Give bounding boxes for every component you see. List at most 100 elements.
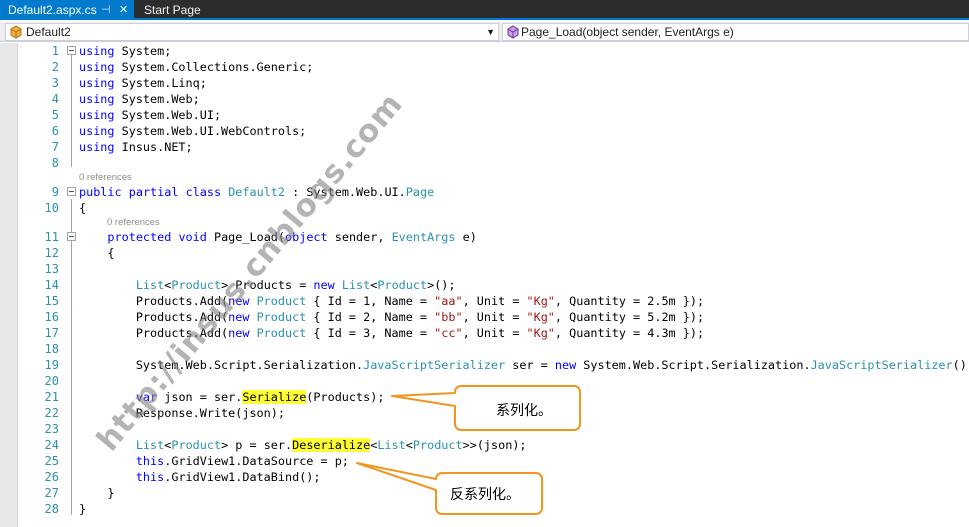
code-text: using System.Linq;	[79, 76, 207, 90]
line-number: 26	[44, 470, 59, 484]
code-line: 14 List<Product> Products = new List<Pro…	[0, 277, 969, 293]
line-number: 18	[44, 342, 59, 356]
line-number: 15	[44, 294, 59, 308]
code-line: 4 using System.Web;	[0, 91, 969, 107]
code-line: 21 var json = ser.Serialize(Products);	[0, 389, 969, 405]
collapse-icon[interactable]	[67, 232, 76, 241]
line-number: 19	[44, 358, 59, 372]
code-line: 2 using System.Collections.Generic;	[0, 59, 969, 75]
tab-label: Start Page	[144, 3, 201, 17]
line-number: 28	[44, 502, 59, 516]
code-text: using System.Collections.Generic;	[79, 60, 314, 74]
line-number: 14	[44, 278, 59, 292]
code-line: 24 List<Product> p = ser.Deserialize<Lis…	[0, 437, 969, 453]
line-number: 12	[44, 246, 59, 260]
code-text: System.Web.Script.Serialization.JavaScri…	[79, 358, 969, 372]
line-number: 6	[51, 124, 59, 138]
tab-default2-aspx-cs[interactable]: Default2.aspx.cs ⊣ ✕	[0, 0, 134, 20]
code-editor[interactable]: 1 using System; 2 using System.Collectio…	[0, 43, 969, 527]
line-number: 3	[51, 76, 59, 90]
code-line: 8	[0, 155, 969, 171]
line-number: 10	[44, 201, 59, 215]
code-line: 5 using System.Web.UI;	[0, 107, 969, 123]
code-text: using Insus.NET;	[79, 140, 193, 154]
code-line: 23	[0, 421, 969, 437]
code-text: var json = ser.Serialize(Products);	[135, 390, 385, 404]
pin-icon[interactable]: ⊣	[101, 0, 111, 20]
code-line: 19 System.Web.Script.Serialization.JavaS…	[0, 357, 969, 373]
code-line: 18	[0, 341, 969, 357]
code-text: List<Product> Products = new List<Produc…	[135, 278, 456, 292]
code-text: using System.Web;	[79, 92, 200, 106]
code-text: {	[79, 201, 87, 215]
line-number: 7	[51, 140, 59, 154]
line-number: 13	[44, 262, 59, 276]
line-number: 4	[51, 92, 59, 106]
code-lens-references[interactable]: 0 references	[107, 217, 160, 229]
line-number: 2	[51, 60, 59, 74]
code-line: 7 using Insus.NET;	[0, 139, 969, 155]
tab-label: Default2.aspx.cs	[8, 3, 97, 17]
code-text: Products.Add(new Product { Id = 2, Name …	[79, 310, 705, 324]
class-selector-dropdown[interactable]: Default2 ▼	[5, 23, 499, 41]
line-number: 17	[44, 326, 59, 340]
line-number: 22	[44, 406, 59, 420]
member-selector-dropdown[interactable]: Page_Load(object sender, EventArgs e)	[502, 23, 969, 41]
line-number: 8	[51, 156, 59, 170]
line-number: 5	[51, 108, 59, 122]
tab-start-page[interactable]: Start Page	[136, 0, 216, 20]
line-number: 11	[44, 230, 59, 244]
code-line: 15 Products.Add(new Product { Id = 1, Na…	[0, 293, 969, 309]
code-text: using System.Web.UI;	[79, 108, 222, 122]
code-text: this.GridView1.DataBind();	[135, 470, 321, 484]
code-line: 9 public partial class Default2 : System…	[0, 184, 969, 200]
code-line: 13	[0, 261, 969, 277]
code-text: Response.Write(json);	[79, 406, 285, 420]
code-text: List<Product> p = ser.Deserialize<List<P…	[135, 438, 527, 452]
collapse-icon[interactable]	[67, 187, 76, 196]
code-text: using System.Web.UI.WebControls;	[79, 124, 307, 138]
code-line: 22 Response.Write(json);	[0, 405, 969, 421]
code-line: 26 this.GridView1.DataBind();	[0, 469, 969, 485]
class-icon	[10, 25, 22, 39]
line-number: 24	[44, 438, 59, 452]
line-number: 1	[51, 44, 59, 58]
line-number: 20	[44, 374, 59, 388]
line-number: 21	[44, 390, 59, 404]
dropdown-arrow-icon[interactable]: ▼	[486, 24, 495, 40]
code-line: 11 protected void Page_Load(object sende…	[0, 229, 969, 245]
method-icon	[507, 25, 519, 39]
code-line: 17 Products.Add(new Product { Id = 3, Na…	[0, 325, 969, 341]
code-text: Products.Add(new Product { Id = 1, Name …	[79, 294, 705, 308]
navigation-bar: Default2 ▼ Page_Load(object sender, Even…	[0, 22, 969, 42]
serialize-callout-text: 系列化。	[496, 403, 552, 419]
code-text: }	[79, 502, 87, 516]
code-text: }	[79, 486, 115, 500]
code-line: 16 Products.Add(new Product { Id = 2, Na…	[0, 309, 969, 325]
code-line: 20	[0, 373, 969, 389]
close-icon[interactable]: ✕	[119, 0, 128, 20]
code-line: 10 {	[0, 200, 969, 216]
line-number: 27	[44, 486, 59, 500]
deserialize-callout-text: 反系列化。	[450, 487, 520, 503]
line-number: 23	[44, 422, 59, 436]
line-number: 25	[44, 454, 59, 468]
code-lens-references[interactable]: 0 references	[79, 172, 132, 184]
code-line: 6 using System.Web.UI.WebControls;	[0, 123, 969, 139]
class-selector-value: Default2	[26, 25, 71, 39]
line-number: 9	[51, 185, 59, 199]
code-text: {	[79, 246, 115, 260]
code-text: public partial class Default2 : System.W…	[79, 185, 435, 199]
code-text: using System;	[79, 44, 172, 58]
code-text: protected void Page_Load(object sender, …	[107, 230, 477, 244]
code-line: 25 this.GridView1.DataSource = p;	[0, 453, 969, 469]
member-selector-value: Page_Load(object sender, EventArgs e)	[521, 25, 734, 39]
code-text: Products.Add(new Product { Id = 3, Name …	[79, 326, 705, 340]
document-tab-strip: Default2.aspx.cs ⊣ ✕ Start Page	[0, 0, 969, 20]
code-line: 12 {	[0, 245, 969, 261]
code-line: 3 using System.Linq;	[0, 75, 969, 91]
collapse-icon[interactable]	[67, 46, 76, 55]
code-text: this.GridView1.DataSource = p;	[135, 454, 349, 468]
line-number: 16	[44, 310, 59, 324]
code-line: 1 using System;	[0, 43, 969, 59]
